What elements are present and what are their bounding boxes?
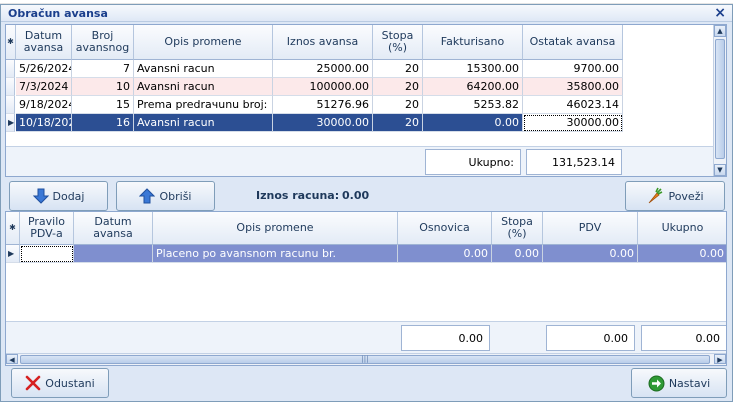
scroll-left-icon[interactable]: ◀ (6, 354, 18, 364)
arrow-up-icon (139, 188, 156, 204)
cell-datum[interactable] (74, 245, 153, 263)
cell-osnovica[interactable]: 0.00 (398, 245, 492, 263)
row-header-corner: ✱ (6, 25, 16, 60)
cell-datum[interactable]: 7/3/2024 (16, 78, 72, 96)
col-stopa[interactable]: Stopa (%) (373, 25, 423, 60)
cell-pravilo[interactable] (20, 245, 74, 263)
col-fakturisano[interactable]: Fakturisano (423, 25, 523, 60)
obracun-avansa-dialog: Obračun avansa × ✱ Datum avansa Broj ava… (0, 4, 733, 402)
cell-ostatak-focused[interactable]: 30000.00 (523, 114, 623, 132)
cell-broj[interactable]: 16 (72, 114, 134, 132)
cell-stopa[interactable]: 20 (373, 60, 423, 78)
sum-ukupno: 0.00 (641, 325, 726, 351)
dodaj-button[interactable]: Dodaj (9, 181, 108, 211)
cell-fakturisano[interactable]: 5253.82 (423, 96, 523, 114)
scroll-up-icon[interactable]: ▲ (714, 25, 726, 37)
cell-ostatak[interactable]: 35800.00 (523, 78, 623, 96)
cell-opis[interactable]: Avansni racun (134, 114, 273, 132)
cell-stopa[interactable]: 20 (373, 96, 423, 114)
cell-datum[interactable]: 10/18/202 (16, 114, 72, 132)
cell-ostatak[interactable]: 46023.14 (523, 96, 623, 114)
col-opis-promene[interactable]: Opis promene (134, 25, 273, 60)
obrisi-button[interactable]: Obriši (116, 181, 215, 211)
cell-datum[interactable]: 9/18/2024 (16, 96, 72, 114)
odustani-button[interactable]: Odustani (11, 368, 109, 398)
ukupno-label: Ukupno: (425, 149, 521, 175)
col-opis-promene[interactable]: Opis promene (153, 212, 398, 245)
cell-stopa[interactable]: 20 (373, 78, 423, 96)
cell-opis[interactable]: Prema predraчunu broj: 18 (134, 96, 273, 114)
povezi-button[interactable]: Poveži (625, 181, 725, 211)
cell-iznos[interactable]: 25000.00 (273, 60, 373, 78)
close-icon[interactable]: × (714, 5, 726, 21)
row-selector[interactable] (6, 96, 15, 114)
pdv-grid: ✱ Pravilo PDV-a Datum avansa Opis promen… (5, 211, 727, 366)
cell-broj[interactable]: 7 (72, 60, 134, 78)
cell-opis[interactable]: Placeno po avansnom racunu br. (153, 245, 398, 263)
col-datum-avansa[interactable]: Datum avansa (74, 212, 153, 245)
col-iznos-avansa[interactable]: Iznos avansa (273, 25, 373, 60)
row-header-corner: ✱ (6, 212, 20, 245)
col-osnovica[interactable]: Osnovica (398, 212, 492, 245)
current-row-arrow-icon: ▶ (8, 249, 15, 258)
sum-osnovica: 0.00 (401, 325, 490, 351)
cell-fakturisano[interactable]: 15300.00 (423, 60, 523, 78)
cell-stopa[interactable]: 0.00 (492, 245, 543, 263)
arrow-down-icon (32, 188, 49, 204)
ukupno-value: 131,523.14 (526, 149, 622, 175)
cell-ukupno[interactable]: 0.00 (638, 245, 726, 263)
current-row-arrow-icon: ▶ (8, 118, 15, 127)
nastavi-label: Nastavi (668, 376, 711, 390)
col-pravilo-pdv[interactable]: Pravilo PDV-a (20, 212, 74, 245)
nastavi-button[interactable]: Nastavi (631, 368, 727, 398)
scroll-right-icon[interactable]: ▶ (714, 354, 726, 364)
scroll-down-icon[interactable]: ▼ (714, 164, 726, 176)
cell-opis[interactable]: Avansni racun (134, 60, 273, 78)
col-ukupno[interactable]: Ukupno (638, 212, 726, 245)
cell-broj[interactable]: 10 (72, 78, 134, 96)
povezi-label: Poveži (668, 189, 704, 203)
cell-datum[interactable]: 5/26/2024 (16, 60, 72, 78)
avansi-grid: ✱ Datum avansa Broj avansnog Opis promen… (5, 24, 727, 177)
row-selector[interactable] (6, 60, 15, 78)
cell-iznos[interactable]: 100000.00 (273, 78, 373, 96)
iznos-racuna-value: 0.00 (342, 189, 370, 202)
col-broj-avansnog[interactable]: Broj avansnog (72, 25, 134, 60)
row-selector-current[interactable]: ▶ (6, 245, 20, 263)
col-stopa[interactable]: Stopa (%) (492, 212, 543, 245)
odustani-label: Odustani (45, 376, 95, 390)
cell-fakturisano[interactable]: 64200.00 (423, 78, 523, 96)
cell-fakturisano[interactable]: 0.00 (423, 114, 523, 132)
iznos-racuna-label: Iznos racuna: (256, 189, 340, 202)
title-bar: Obračun avansa × (1, 5, 732, 22)
arrow-right-circle-icon (648, 375, 665, 391)
red-x-icon (25, 375, 41, 391)
grid2-horizontal-scrollbar[interactable]: ◀ ||| ▶ (6, 353, 726, 365)
dodaj-label: Dodaj (52, 189, 85, 203)
col-datum-avansa[interactable]: Datum avansa (16, 25, 72, 60)
cell-pdv[interactable]: 0.00 (543, 245, 638, 263)
cell-iznos[interactable]: 30000.00 (273, 114, 373, 132)
grid1-vertical-scrollbar[interactable]: ▲ ▼ (713, 25, 726, 176)
col-pdv[interactable]: PDV (543, 212, 638, 245)
row-selector-current[interactable]: ▶ (6, 114, 15, 132)
row-selector[interactable] (6, 78, 15, 96)
obrisi-label: Obriši (159, 189, 192, 203)
cell-broj[interactable]: 15 (72, 96, 134, 114)
cell-stopa[interactable]: 20 (373, 114, 423, 132)
sum-pdv: 0.00 (546, 325, 635, 351)
cell-opis[interactable]: Avansni racun (134, 78, 273, 96)
col-ostatak-avansa[interactable]: Ostatak avansa (523, 25, 623, 60)
cell-iznos[interactable]: 51276.96 (273, 96, 373, 114)
scroll-thumb[interactable] (715, 39, 725, 159)
window-title: Obračun avansa (8, 7, 108, 20)
scroll-thumb[interactable]: ||| (20, 355, 710, 364)
carrot-icon (649, 187, 663, 204)
cell-ostatak[interactable]: 9700.00 (523, 60, 623, 78)
